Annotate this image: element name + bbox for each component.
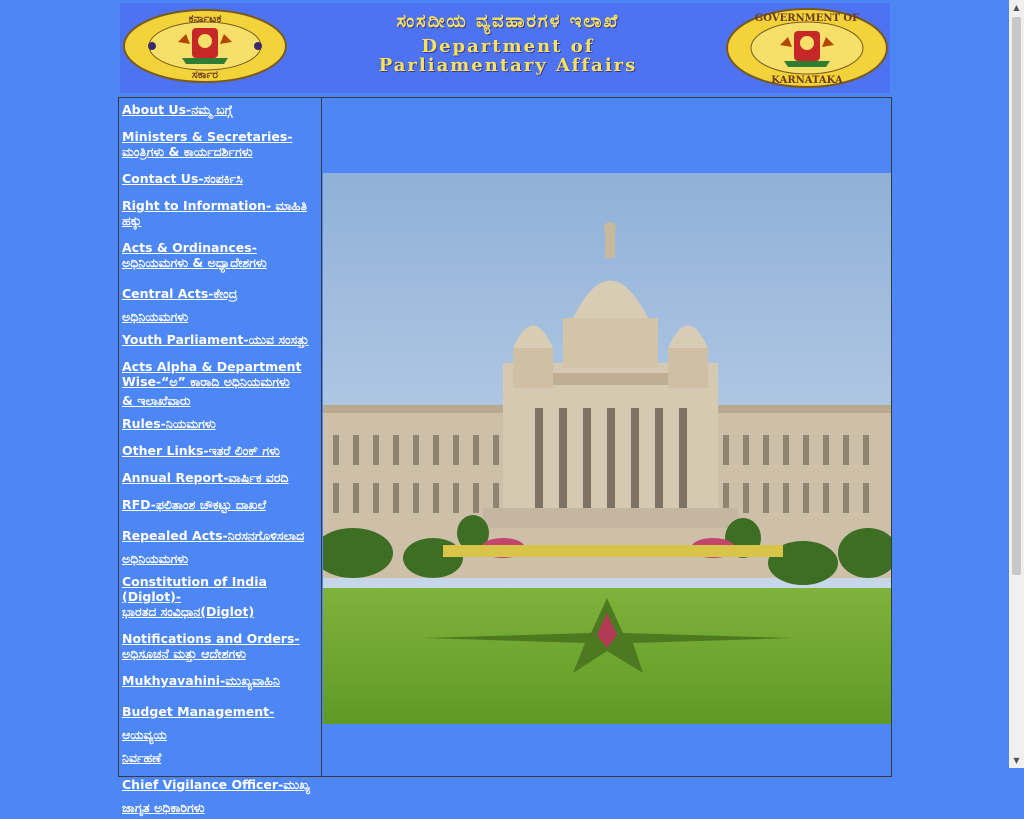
karnataka-emblem-left-icon: ಕರ್ನಾಟಕ ಸರ್ಕಾರ [123,9,287,83]
nav-link-chief-vigilance-officer[interactable]: Chief Vigilance Officer-ಮುಖ್ಯ ಜಾಗೃತ ಅಧಿಕಾ… [122,773,318,819]
nav-link-acts-ordinances[interactable]: Acts & Ordinances- ಅಧಿನಿಯಮಗಳು & ಅಧ್ಯಾದೇಶಗ… [122,240,318,270]
vertical-scrollbar[interactable]: ▲ ▼ [1009,0,1024,768]
nav-link-rules[interactable]: Rules-ನಿಯಮಗಳು [122,416,318,431]
nav-link-repealed-acts[interactable]: Repealed Acts-ನಿರಸನಗೊಳಿಸಲಾದ ಅಧಿನಿಯಮಗಳು [122,524,318,570]
banner-english-line-2: Parliamentary Affairs [378,55,638,76]
sidebar-nav: About Us-ನಮ್ಮ ಬಗ್ಗೆ Ministers & Secretar… [119,98,322,815]
nav-link-contact-us[interactable]: Contact Us-ಸಂಪರ್ಕಿಸಿ [122,171,318,186]
nav-link-acts-alpha-department[interactable]: Acts Alpha & Department Wise-“ಅ” ಕಾರಾದಿ ಅ… [122,359,318,412]
nav-link-notifications-orders[interactable]: Notifications and Orders- ಅಧಿಸೂಚನೆ ಮತ್ತು … [122,631,318,661]
banner-kannada-title: ಸಂಸದೀಯ ವ್ಯವಹಾರಗಳ ಇಲಾಖೆ [396,11,620,32]
karnataka-emblem-right-icon: GOVERNMENT OF KARNATAKA [726,8,888,88]
nav-link-annual-report[interactable]: Annual Report-ವಾರ್ಷಿಕ ವರದಿ [122,470,318,485]
banner-english-line-1: Department of [421,36,595,57]
nav-link-about-us[interactable]: About Us-ನಮ್ಮ ಬಗ್ಗೆ [122,102,318,117]
vidhana-soudha-photo [323,173,891,724]
nav-link-constitution-of-india[interactable]: Constitution of India (Diglot)- ಭಾರತದ ಸಂವ… [122,574,318,619]
nav-link-central-acts[interactable]: Central Acts-ಕೇಂದ್ರ ಅಧಿನಿಯಮಗಳು [122,282,318,328]
nav-link-right-to-information[interactable]: Right to Information- ಮಾಹಿತಿ ಹಕ್ಕು [122,198,318,228]
nav-link-rfd[interactable]: RFD-ಫಲಿತಾಂಶ ಚೌಕಟ್ಟು ದಾಖಲೆ [122,497,318,512]
main-content [323,98,891,776]
content-table: About Us-ನಮ್ಮ ಬಗ್ಗೆ Ministers & Secretar… [118,97,892,815]
scrollbar-thumb[interactable] [1012,17,1021,575]
right-seal-bottom-text: KARNATAKA [771,75,843,86]
nav-link-youth-parliament[interactable]: Youth Parliament-ಯುವ ಸಂಸತ್ತು [122,332,318,347]
banner-title-group: ಸಂಸದೀಯ ವ್ಯವಹಾರಗಳ ಇಲಾಖೆ Department of Par… [308,11,708,75]
nav-link-other-links[interactable]: Other Links-ಇತರೆ ಲಿಂಕ್ ಗಳು [122,443,318,458]
nav-link-budget-management[interactable]: Budget Management-ಆಯವ್ಯಯ ನಿರ್ವಹಣೆ [122,700,318,769]
left-seal-bottom-text: ಸರ್ಕಾರ [192,68,218,81]
nav-link-mukhyavahini[interactable]: Mukhyavahini-ಮುಖ್ಯವಾಹಿನಿ [122,673,318,688]
scroll-down-arrow-icon[interactable]: ▼ [1009,753,1024,768]
left-seal-top-text: ಕರ್ನಾಟಕ [189,12,222,25]
header-banner: ಕರ್ನಾಟಕ ಸರ್ಕಾರ ಸಂಸದೀಯ ವ್ಯವಹಾರಗಳ ಇಲಾಖೆ De… [120,3,890,93]
right-seal-top-text: GOVERNMENT OF [755,13,859,24]
nav-link-ministers-secretaries[interactable]: Ministers & Secretaries- ಮಂತ್ರಿಗಳು & ಕಾರ್… [122,129,318,159]
scroll-up-arrow-icon[interactable]: ▲ [1009,0,1024,15]
